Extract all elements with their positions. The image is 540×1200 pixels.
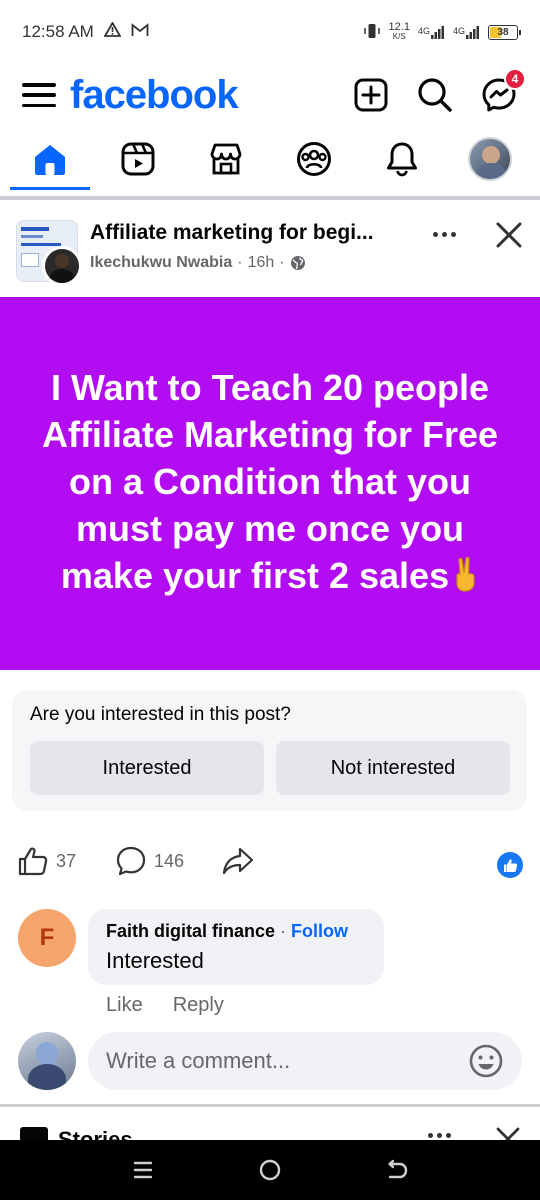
home-button-icon[interactable] (250, 1150, 290, 1190)
tab-profile[interactable] (450, 126, 530, 192)
messenger-badge: 4 (504, 68, 526, 90)
thumbs-up-icon (18, 847, 48, 876)
tab-groups[interactable] (274, 126, 354, 192)
interest-question: Are you interested in this post? (30, 704, 291, 725)
comment-composer[interactable] (88, 1032, 522, 1090)
not-interested-button[interactable]: Not interested (276, 741, 510, 795)
comment-count: 146 (154, 850, 185, 871)
comment-author[interactable]: Faith digital finance (106, 921, 275, 941)
battery-level: 38 (497, 26, 509, 38)
meta-separator: · (237, 254, 243, 271)
signal-icon-2: 4G (453, 25, 480, 39)
search-icon (418, 78, 452, 112)
marketplace-icon (210, 143, 242, 175)
home-icon (35, 145, 65, 175)
tab-marketplace[interactable] (186, 126, 266, 192)
comment-action[interactable]: 146 (116, 846, 184, 876)
comment-bubble: Faith digital finance · Follow Intereste… (88, 909, 384, 985)
author-avatar[interactable] (42, 246, 82, 286)
video-icon (121, 142, 155, 176)
net-speed: 12.1 K/S (389, 22, 410, 42)
comment-author-line: Faith digital finance · Follow (106, 921, 366, 942)
comment-like-button[interactable]: Like (106, 994, 143, 1017)
battery-icon: 38 (488, 24, 521, 40)
comment-actions: Like Reply (106, 994, 224, 1017)
plus-square-icon (354, 78, 388, 112)
like-count: 37 (56, 850, 77, 871)
net-speed-unit: K/S (392, 32, 406, 41)
create-post-button[interactable] (352, 76, 390, 114)
share-icon (222, 847, 254, 875)
like-reaction-icon[interactable] (497, 852, 523, 878)
messenger-button[interactable]: 4 (480, 68, 526, 114)
more-options-icon[interactable] (428, 222, 460, 246)
share-action[interactable] (222, 846, 254, 876)
globe-icon (290, 256, 305, 270)
stories-label: Stories (58, 1127, 133, 1140)
comment-text: Interested (106, 948, 204, 973)
meta-separator-2: · (279, 254, 285, 271)
signal-icon: 4G (418, 25, 445, 39)
bell-icon (387, 142, 417, 177)
system-nav-bar (0, 1140, 540, 1200)
status-right: 12.1 K/S 4G 4G 38 (363, 22, 521, 42)
post-time[interactable]: 16h (248, 254, 275, 272)
main-nav (0, 126, 540, 192)
post-text: I Want to Teach 20 people Affiliate Mark… (40, 364, 500, 603)
post-author[interactable]: Ikechukwu Nwabia (90, 254, 232, 272)
victory-hand-icon (453, 556, 479, 603)
follow-button[interactable]: Follow (291, 921, 348, 941)
search-button[interactable] (416, 76, 454, 114)
commenter-avatar[interactable]: F (18, 909, 76, 967)
back-icon[interactable] (377, 1150, 417, 1190)
tab-video[interactable] (98, 126, 178, 192)
post-body[interactable]: I Want to Teach 20 people Affiliate Mark… (0, 297, 540, 670)
post-text-content: I Want to Teach 20 people Affiliate Mark… (41, 367, 499, 596)
recent-apps-icon[interactable] (123, 1150, 163, 1190)
comment-input[interactable] (106, 1048, 468, 1074)
vibrate-icon (363, 23, 381, 42)
stories-icon (20, 1127, 48, 1140)
emoji-icon[interactable] (468, 1043, 504, 1079)
warning-icon (103, 21, 122, 42)
tab-home[interactable] (10, 126, 90, 192)
header-actions: 4 (352, 68, 526, 114)
section-divider (0, 196, 540, 200)
comment-icon (116, 846, 146, 876)
close-icon[interactable] (492, 218, 526, 252)
interest-card: Are you interested in this post? Interes… (12, 690, 527, 811)
like-action[interactable]: 37 (18, 846, 76, 876)
status-left: 12:58 AM (22, 21, 149, 42)
gmail-icon (131, 22, 149, 42)
app-header: facebook 4 (0, 64, 540, 126)
groups-icon (297, 142, 331, 176)
net-speed-value: 12.1 (388, 21, 410, 33)
comment-separator: · (280, 921, 287, 941)
my-avatar[interactable] (18, 1032, 76, 1090)
facebook-logo[interactable]: facebook (70, 73, 239, 118)
group-title[interactable]: Affiliate marketing for begi... (90, 221, 374, 245)
stories-more-icon[interactable] (428, 1133, 451, 1138)
status-bar: 12:58 AM 12.1 K/S 4G 4G 38 (0, 0, 540, 64)
tab-notifications[interactable] (362, 126, 442, 192)
menu-icon[interactable] (22, 81, 56, 109)
reaction-row: 37 146 (0, 840, 540, 886)
avatar (468, 137, 512, 181)
stories-close-icon[interactable] (494, 1125, 522, 1140)
post-header: Affiliate marketing for begi... Ikechukw… (0, 204, 540, 296)
post-meta: Ikechukwu Nwabia · 16h · (90, 254, 306, 272)
status-time: 12:58 AM (22, 22, 94, 41)
interested-button[interactable]: Interested (30, 741, 264, 795)
stories-section: Stories (0, 1107, 540, 1140)
comment-reply-button[interactable]: Reply (173, 994, 224, 1017)
